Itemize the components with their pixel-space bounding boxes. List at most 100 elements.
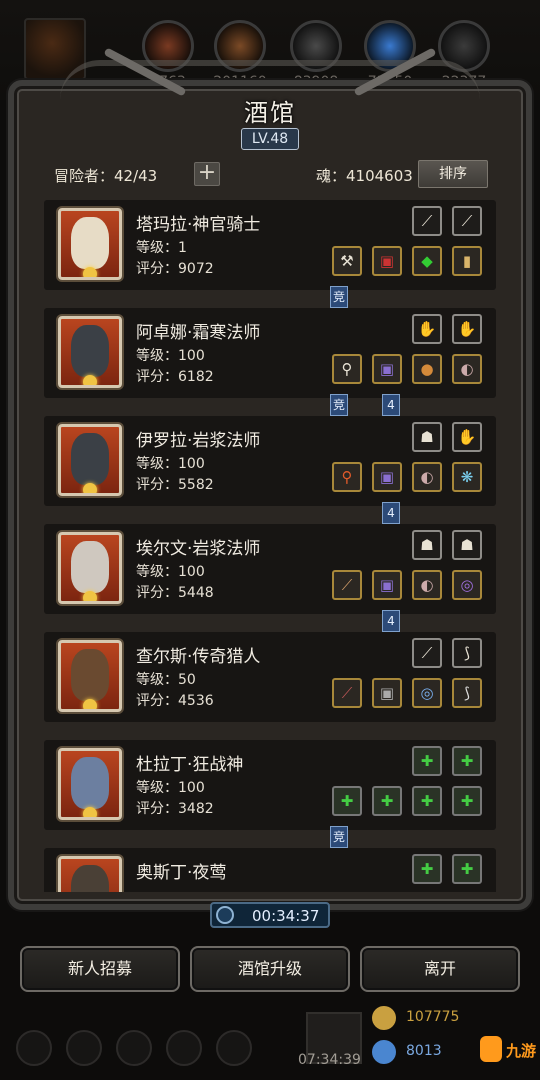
- fire-staff-icon[interactable]: ⚲: [332, 462, 362, 492]
- hero-portrait: [58, 316, 122, 388]
- gem-amount: 8013: [406, 1043, 442, 1059]
- crystal-icon[interactable]: ❋: [452, 462, 482, 492]
- hero-score: 评分：6182: [136, 369, 214, 385]
- hero-level: 等级：1: [136, 240, 187, 256]
- hero-card[interactable]: 杜拉丁·狂战神 等级：100 评分：3482 ✚ ✚ ✚ ✚ ✚ ✚: [44, 740, 496, 830]
- empty-slot-icon[interactable]: ✚: [372, 786, 402, 816]
- scroll-icon[interactable]: ▮: [452, 246, 482, 276]
- hero-portrait: [58, 748, 122, 820]
- empty-slot-icon[interactable]: ✚: [452, 854, 482, 884]
- timer-text: 00:34:37: [252, 907, 320, 925]
- hero-portrait: [58, 208, 122, 280]
- upgrade-tavern-button[interactable]: 酒馆升级: [190, 946, 350, 992]
- nav-icon[interactable]: [216, 1030, 252, 1066]
- empty-slot-icon[interactable]: ✚: [452, 786, 482, 816]
- empty-slot-icon[interactable]: ✚: [412, 786, 442, 816]
- sort-button[interactable]: 排序: [418, 160, 488, 188]
- hero-card[interactable]: 奥斯丁·夜莺 ✚ ✚: [44, 848, 496, 892]
- roster-summary: 冒险者：42/43 + 魂：4104603 排序: [54, 160, 494, 188]
- hero-portrait: [58, 640, 122, 712]
- hero-level: 等级：100: [136, 348, 205, 364]
- recruit-button[interactable]: 新人招募: [20, 946, 180, 992]
- bow-slot-icon[interactable]: ⟆: [452, 638, 482, 668]
- weapon-slot-icon[interactable]: ⟋: [412, 638, 442, 668]
- star-badge-icon: [83, 267, 97, 277]
- ring-icon[interactable]: ◎: [452, 570, 482, 600]
- page-title: 酒馆: [244, 99, 296, 127]
- nav-icon[interactable]: [116, 1030, 152, 1066]
- rank-tag: 4: [382, 502, 400, 524]
- hero-level: 等级：100: [136, 564, 205, 580]
- empty-slot-icon[interactable]: ✚: [412, 854, 442, 884]
- hammer-icon[interactable]: ⚒: [332, 246, 362, 276]
- lava-mage-face-icon: [71, 433, 109, 485]
- empty-slot-icon[interactable]: ✚: [452, 746, 482, 776]
- boots-icon[interactable]: ◐: [452, 354, 482, 384]
- moon-badge-icon: [83, 483, 97, 493]
- nav-icon[interactable]: [16, 1030, 52, 1066]
- armor-icon[interactable]: ▣: [372, 678, 402, 708]
- frost-mage-face-icon: [71, 325, 109, 377]
- ring-icon[interactable]: ◎: [412, 678, 442, 708]
- bow-icon[interactable]: ⟆: [452, 678, 482, 708]
- add-slot-button[interactable]: +: [194, 162, 220, 186]
- hero-name: 查尔斯·传奇猎人: [136, 647, 261, 667]
- gauntlet-slot-icon[interactable]: ✋: [452, 314, 482, 344]
- orb-icon[interactable]: ●: [412, 354, 442, 384]
- hero-card[interactable]: 伊罗拉·岩浆法师 等级：100 评分：5582 ☗ ✋ ⚲ ▣ ◐ ❋: [44, 416, 496, 506]
- hero-name: 伊罗拉·岩浆法师: [136, 431, 261, 451]
- hero-card[interactable]: 查尔斯·传奇猎人 等级：50 评分：4536 ⟋ ⟆ ⟋ ▣ ◎ ⟆: [44, 632, 496, 722]
- rifle-icon[interactable]: ⟋: [332, 678, 362, 708]
- armor-icon[interactable]: ▣: [372, 354, 402, 384]
- hero-score: 评分：5582: [136, 477, 214, 493]
- nav-icon[interactable]: [66, 1030, 102, 1066]
- empty-slot-icon[interactable]: ✚: [412, 746, 442, 776]
- armor-icon[interactable]: ▣: [372, 462, 402, 492]
- hero-name: 塔玛拉·神官骑士: [136, 215, 261, 235]
- adventurer-count: 冒险者：42/43: [54, 167, 158, 185]
- armor-icon[interactable]: ▣: [372, 246, 402, 276]
- boots-icon[interactable]: ◐: [412, 570, 442, 600]
- gauntlet-slot-icon[interactable]: ✋: [452, 422, 482, 452]
- hero-card[interactable]: 阿卓娜·霜寒法师 等级：100 评分：6182 ✋ ✋ ⚲ ▣ ● ◐: [44, 308, 496, 398]
- rank-tag: 4: [382, 610, 400, 632]
- berserker-face-icon: [71, 757, 109, 809]
- leave-button[interactable]: 离开: [360, 946, 520, 992]
- mask-slot-icon[interactable]: ☗: [412, 422, 442, 452]
- mask-slot-icon[interactable]: ☗: [452, 530, 482, 560]
- hero-score: 评分：3482: [136, 801, 214, 817]
- hero-score: 评分：5448: [136, 585, 214, 601]
- weapon-slot-icon[interactable]: ⟋: [412, 206, 442, 236]
- watermark-logo-icon: [480, 1036, 502, 1062]
- soul-count: 魂：4104603: [316, 167, 413, 185]
- hero-portrait: [58, 532, 122, 604]
- rank-tag: 4: [382, 394, 400, 416]
- empty-slot-icon[interactable]: ✚: [332, 786, 362, 816]
- moon-badge-icon: [83, 591, 97, 601]
- hero-list[interactable]: 塔玛拉·神官骑士 等级：1 评分：9072 ⟋ ⟋ ⚒ ▣ ◆ ▮ 竞 阿卓娜·…: [44, 200, 496, 892]
- armor-icon[interactable]: ▣: [372, 570, 402, 600]
- gauntlet-slot-icon[interactable]: ✋: [412, 314, 442, 344]
- hero-portrait: [58, 856, 122, 892]
- hero-score: 评分：9072: [136, 261, 214, 277]
- mask-slot-icon[interactable]: ☗: [412, 530, 442, 560]
- refresh-timer: 00:34:37: [210, 902, 330, 928]
- moon-badge-icon: [83, 375, 97, 385]
- hero-name: 杜拉丁·狂战神: [136, 755, 244, 775]
- hero-card[interactable]: 埃尔文·岩浆法师 等级：100 评分：5448 ☗ ☗ ⟋ ▣ ◐ ◎: [44, 524, 496, 614]
- boots-icon[interactable]: ◐: [412, 462, 442, 492]
- hero-score: 评分：4536: [136, 693, 214, 709]
- nightingale-face-icon: [71, 865, 109, 892]
- gem-icon[interactable]: ◆: [412, 246, 442, 276]
- tavern-level-badge: LV.48: [241, 128, 299, 150]
- spear-icon[interactable]: ⟋: [332, 570, 362, 600]
- hero-card[interactable]: 塔玛拉·神官骑士 等级：1 评分：9072 ⟋ ⟋ ⚒ ▣ ◆ ▮: [44, 200, 496, 290]
- staff-icon[interactable]: ⚲: [332, 354, 362, 384]
- weapon-slot-icon[interactable]: ⟋: [452, 206, 482, 236]
- nav-icon[interactable]: [166, 1030, 202, 1066]
- gem-icon: [372, 1040, 396, 1064]
- hunter-face-icon: [71, 649, 109, 701]
- hero-portrait: [58, 424, 122, 496]
- moon-badge-icon: [83, 699, 97, 709]
- elf-mage-face-icon: [71, 541, 109, 593]
